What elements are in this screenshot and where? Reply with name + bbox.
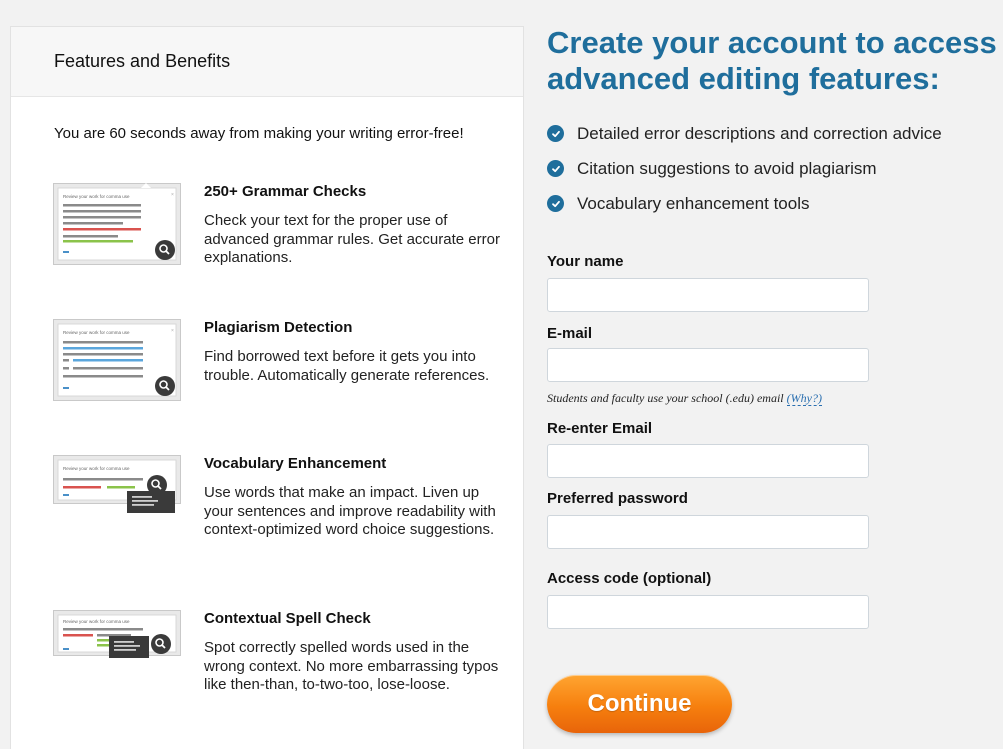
password-label: Preferred password [547, 490, 688, 507]
spellcheck-preview-image: Review your work for comma use [53, 610, 181, 658]
feature-title: Contextual Spell Check [204, 610, 371, 627]
svg-text:Review your work for comma use: Review your work for comma use [63, 194, 130, 199]
access-code-label: Access code (optional) [547, 570, 712, 587]
feature-description: Spot correctly spelled words used in the… [204, 639, 499, 693]
features-panel-title: Features and Benefits [54, 51, 231, 71]
continue-button[interactable]: Continue [547, 675, 732, 733]
check-circle-icon [547, 195, 564, 212]
check-circle-icon [547, 160, 564, 177]
email-input[interactable] [547, 348, 869, 382]
benefit-item: Detailed error descriptions and correcti… [547, 116, 942, 151]
feature-description: Find borrowed text before it gets you in… [204, 348, 490, 384]
email-hint-text: Students and faculty use your school (.e… [547, 391, 784, 405]
svg-text:Review your work for comma use: Review your work for comma use [63, 619, 130, 624]
why-link[interactable]: (Why?) [786, 391, 822, 406]
benefit-label: Vocabulary enhancement tools [577, 193, 810, 213]
benefit-label: Detailed error descriptions and correcti… [577, 123, 942, 143]
reenter-email-label: Re-enter Email [547, 420, 653, 437]
feature-title: Vocabulary Enhancement [204, 455, 387, 472]
benefit-item: Vocabulary enhancement tools [547, 186, 942, 221]
feature-description: Check your text for the proper use of ad… [204, 212, 500, 266]
features-panel: Features and Benefits You are 60 seconds… [10, 26, 524, 749]
name-input[interactable] [547, 278, 869, 312]
benefits-list: Detailed error descriptions and correcti… [547, 116, 942, 221]
magnifier-icon [151, 634, 171, 654]
access-code-input[interactable] [547, 595, 869, 629]
magnifier-icon [155, 376, 175, 396]
email-label: E-mail [547, 325, 593, 342]
reenter-email-input[interactable] [547, 444, 869, 478]
svg-text:Review your work for comma use: Review your work for comma use [63, 466, 130, 471]
name-label: Your name [547, 253, 624, 270]
vocabulary-preview-image: Review your work for comma use [53, 455, 181, 513]
svg-text:×: × [171, 192, 174, 198]
grammar-preview-image: Review your work for comma use × [53, 183, 181, 265]
check-circle-icon [547, 125, 564, 142]
feature-description: Use words that make an impact. Liven up … [204, 484, 496, 538]
magnifier-icon [147, 475, 167, 495]
svg-text:Review your work for comma use: Review your work for comma use [63, 330, 130, 335]
password-input[interactable] [547, 515, 869, 549]
signup-section: Create your account to access advanced e… [547, 0, 1003, 749]
feature-title: 250+ Grammar Checks [204, 183, 367, 200]
benefit-label: Citation suggestions to avoid plagiarism [577, 158, 877, 178]
email-hint: Students and faculty use your school (.e… [547, 391, 822, 406]
svg-text:×: × [171, 328, 174, 334]
plagiarism-preview-image: Review your work for comma use × [53, 319, 181, 401]
benefit-item: Citation suggestions to avoid plagiarism [547, 151, 942, 186]
magnifier-icon [155, 240, 175, 260]
features-panel-header: Features and Benefits [11, 27, 523, 97]
signup-heading: Create your account to access advanced e… [547, 25, 997, 96]
features-intro: You are 60 seconds away from making your… [54, 125, 464, 142]
feature-title: Plagiarism Detection [204, 319, 353, 336]
